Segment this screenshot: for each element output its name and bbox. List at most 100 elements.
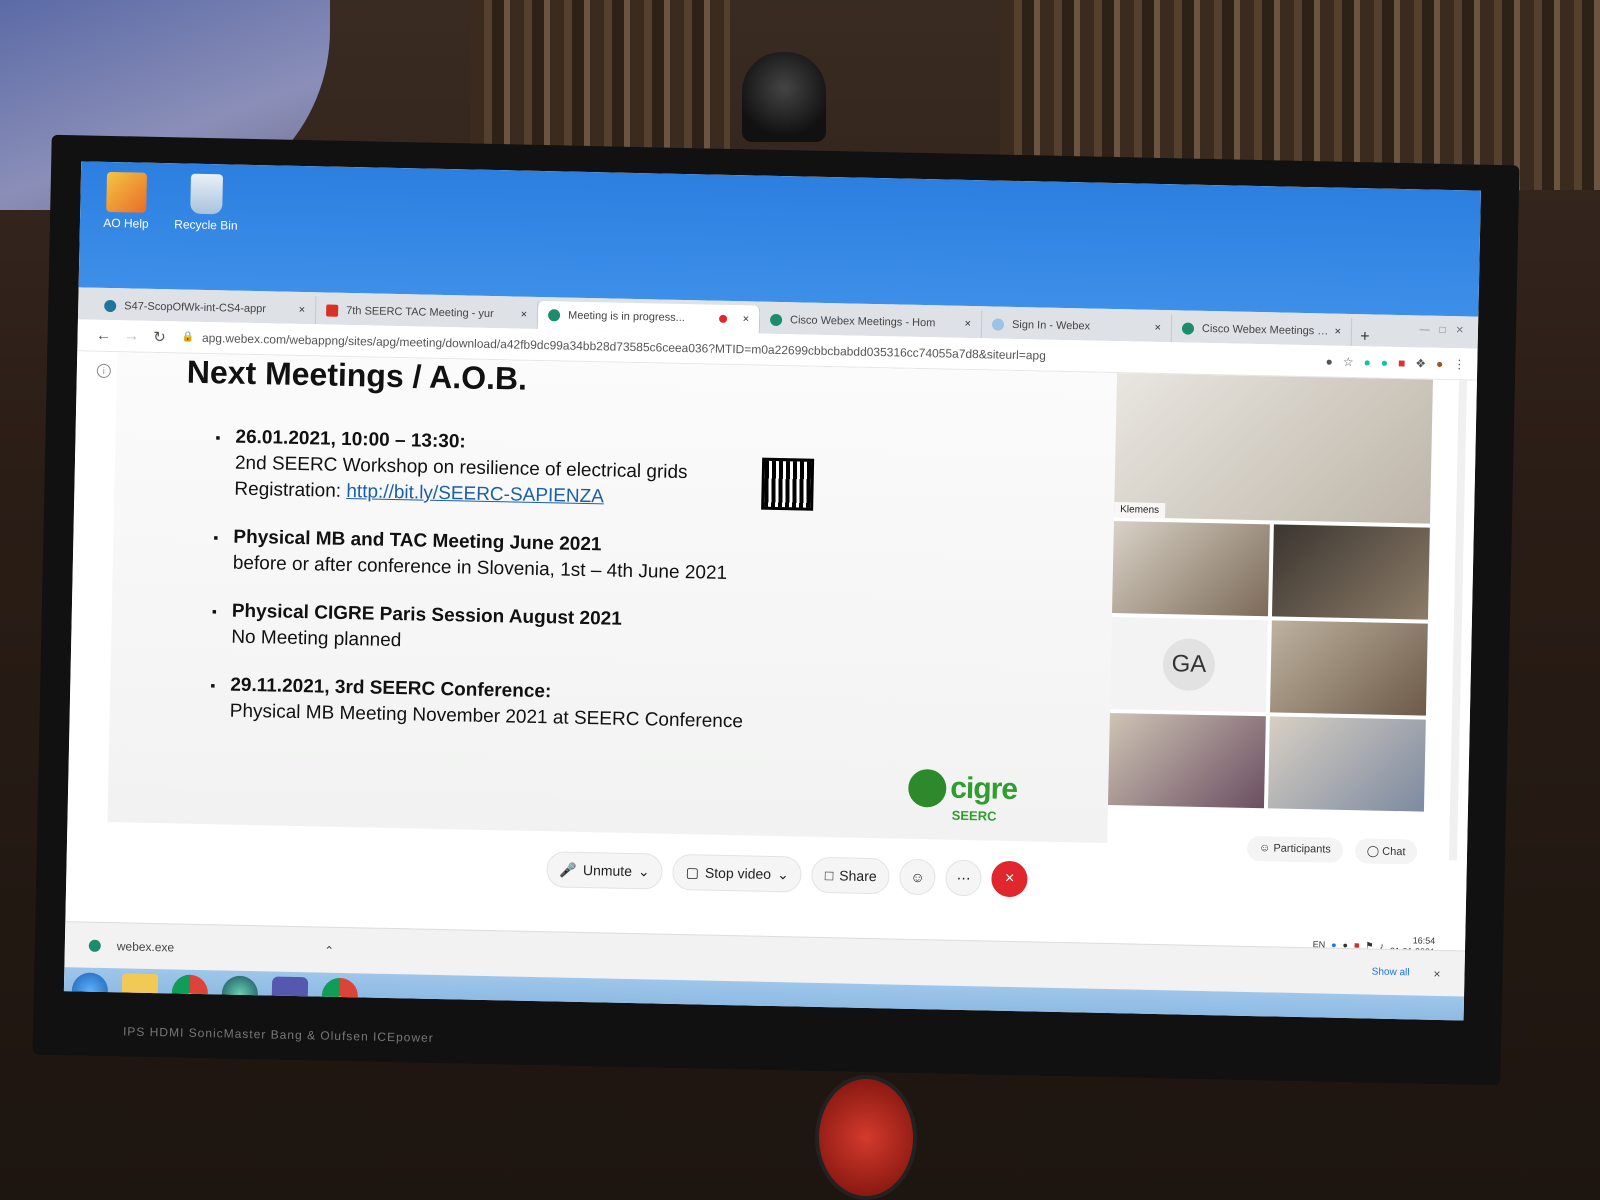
tab-cisco-webex-home-2[interactable]: Cisco Webex Meetings - Hom × — [1171, 314, 1353, 346]
back-icon[interactable]: ← — [89, 327, 117, 345]
more-icon: ⋯ — [956, 869, 971, 886]
chat-icon: ◯ — [1366, 845, 1383, 858]
lock-icon[interactable]: 🔒 — [181, 331, 194, 342]
chevron-down-icon[interactable]: ⌄ — [777, 866, 789, 883]
webex-icon — [769, 313, 783, 327]
list-item: 29.11.2021, 3rd SEERC Conference: Physic… — [209, 672, 850, 737]
item-heading: 26.01.2021, 10:00 – 13:30: — [235, 426, 466, 453]
share-button[interactable]: □ Share — [811, 856, 890, 895]
webex-icon[interactable] — [221, 975, 259, 1013]
extension-icon[interactable]: ■ — [1398, 355, 1406, 369]
logo-word: cigre — [949, 771, 1018, 807]
star-icon[interactable]: ☆ — [1343, 354, 1354, 368]
participant-initials: GA — [1162, 638, 1216, 692]
list-item: Physical CIGRE Paris Session August 2021… — [211, 598, 852, 663]
info-icon[interactable]: i — [96, 363, 112, 379]
cigre-globe-icon — [907, 768, 947, 808]
cigre-logo: cigre SEERC — [907, 768, 1018, 824]
video-tile-initials[interactable]: GA — [1109, 617, 1268, 713]
window-close-icon[interactable]: ✕ — [1455, 325, 1464, 336]
close-icon[interactable]: × — [299, 304, 306, 316]
item-line: 2nd SEERC Workshop on resilience of elec… — [234, 452, 688, 484]
more-options-button[interactable]: ⋯ — [945, 859, 982, 897]
video-tile[interactable] — [1267, 716, 1426, 812]
room-background: AO Help Recycle Bin S47-ScopOfWk-int-CS4… — [0, 0, 1600, 1200]
item-heading: Physical MB and TAC Meeting June 2021 — [233, 526, 602, 556]
chat-button[interactable]: ◯ Chat — [1354, 838, 1418, 865]
close-icon[interactable]: × — [521, 309, 528, 321]
webcam — [742, 52, 826, 142]
chevron-up-icon[interactable]: ⌃ — [324, 943, 334, 957]
item-heading: 29.11.2021, 3rd SEERC Conference: — [230, 674, 552, 703]
scrollbar[interactable] — [1448, 380, 1467, 861]
participant-name: Klemens — [1114, 502, 1166, 519]
reactions-button[interactable]: ☺ — [899, 858, 936, 896]
maximize-icon[interactable]: □ — [1439, 325, 1445, 336]
close-icon[interactable]: × — [1154, 322, 1161, 334]
show-all-link[interactable]: Show all — [1372, 967, 1410, 979]
wordpress-icon — [104, 299, 117, 313]
minimize-icon[interactable]: — — [1419, 324, 1429, 335]
meeting-controls: 🎤 Unmute ⌄ ▢ Stop video ⌄ □ Share ☺ ⋯ × — [546, 851, 1028, 898]
ao-help-icon — [106, 171, 148, 213]
tab-title: S47-ScopOfWk-int-CS4-appr — [124, 300, 267, 316]
webex-icon — [547, 309, 561, 322]
close-icon[interactable]: × — [1433, 966, 1440, 980]
registration-link[interactable]: http://bit.ly/SEERC-SAPIENZA — [346, 481, 604, 507]
participants-label: Participants — [1273, 842, 1332, 856]
grammarly-icon[interactable]: ● — [1363, 355, 1371, 369]
webex-icon — [991, 318, 1005, 331]
chevron-down-icon[interactable]: ⌄ — [638, 863, 650, 880]
logo-sub: SEERC — [951, 807, 997, 824]
item-line: Physical MB Meeting November 2021 at SEE… — [229, 700, 744, 733]
menu-icon[interactable]: ⋮ — [1453, 357, 1465, 371]
stop-video-button[interactable]: ▢ Stop video ⌄ — [672, 853, 803, 893]
video-tile[interactable] — [1269, 620, 1428, 716]
tab-sign-in-webex[interactable]: Sign In - Webex × — [981, 310, 1173, 343]
start-button-icon[interactable] — [71, 972, 109, 1010]
close-icon[interactable]: × — [1334, 326, 1341, 338]
video-tile-active-speaker[interactable]: Klemens — [1114, 373, 1433, 524]
unmute-button[interactable]: 🎤 Unmute ⌄ — [546, 851, 664, 890]
camera-icon[interactable]: ● — [1325, 354, 1333, 368]
desktop-icon-label: AO Help — [103, 215, 149, 231]
chrome-icon[interactable] — [321, 977, 359, 1015]
share-icon: □ — [824, 867, 834, 884]
desktop-icon-ao-help[interactable]: AO Help — [90, 171, 163, 231]
list-item: 26.01.2021, 10:00 – 13:30: 2nd SEERC Wor… — [214, 424, 855, 515]
download-file[interactable]: webex.exe — [117, 939, 175, 954]
participants-button[interactable]: ☺ Participants — [1246, 835, 1344, 863]
folder-icon[interactable] — [121, 973, 159, 1011]
participant-video-grid: Klemens GA — [1107, 373, 1433, 820]
recording-icon — [718, 314, 727, 323]
profile-avatar[interactable]: ● — [1436, 356, 1444, 370]
puzzle-icon[interactable]: ❖ — [1415, 356, 1426, 370]
screen: AO Help Recycle Bin S47-ScopOfWk-int-CS4… — [63, 161, 1481, 1021]
gmail-icon — [326, 304, 339, 317]
end-meeting-button[interactable]: × — [991, 860, 1028, 898]
close-icon[interactable]: × — [964, 318, 971, 330]
teams-icon[interactable] — [271, 976, 309, 1014]
tab-title: Cisco Webex Meetings - Hom — [789, 314, 936, 330]
new-tab-button[interactable]: + — [1352, 328, 1378, 347]
video-tile[interactable] — [1271, 524, 1430, 620]
item-line: No Meeting planned — [231, 626, 402, 652]
reload-icon[interactable]: ↻ — [145, 327, 173, 346]
qr-code — [761, 457, 815, 511]
mic-muted-icon: 🎤 — [559, 861, 578, 878]
recycle-bin-icon — [190, 173, 224, 215]
extensions-area: ● ☆ ● ● ■ ❖ ● ⋮ — [1325, 354, 1465, 371]
forward-icon[interactable]: → — [117, 327, 145, 345]
video-tile[interactable] — [1112, 521, 1270, 617]
video-tile[interactable] — [1107, 713, 1266, 809]
tab-title: Sign In - Webex — [1011, 318, 1091, 333]
slide-items: 26.01.2021, 10:00 – 13:30: 2nd SEERC Wor… — [209, 424, 856, 759]
chrome-icon[interactable] — [171, 974, 209, 1012]
desktop-icon-recycle-bin[interactable]: Recycle Bin — [170, 173, 243, 233]
chat-label: Chat — [1382, 845, 1406, 859]
participants-icon: ☺ — [1258, 842, 1274, 855]
panel-buttons: ☺ Participants ◯ Chat — [1246, 835, 1418, 865]
close-icon[interactable]: × — [743, 313, 750, 325]
item-heading: Physical CIGRE Paris Session August 2021 — [231, 600, 623, 630]
grammarly-icon[interactable]: ● — [1381, 355, 1389, 369]
